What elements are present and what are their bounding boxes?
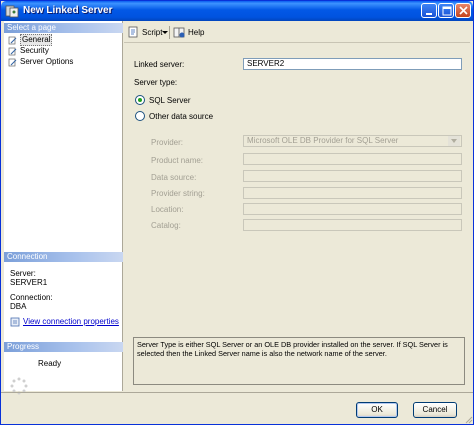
- connection-value: DBA: [10, 302, 27, 311]
- provider-string-label: Provider string:: [151, 189, 205, 198]
- page-icon: [8, 47, 17, 56]
- help-button[interactable]: Help: [173, 26, 207, 39]
- radio-sql-server[interactable]: [135, 95, 145, 105]
- cancel-button[interactable]: Cancel: [413, 402, 457, 418]
- properties-icon: [10, 317, 20, 327]
- page-item-label: General: [20, 34, 53, 46]
- chevron-down-icon: [162, 31, 168, 34]
- toolbar-separator: [169, 26, 170, 39]
- help-label: Help: [188, 28, 205, 37]
- provider-label: Provider:: [151, 138, 184, 147]
- progress-header: Progress: [4, 342, 123, 352]
- description-box: Server Type is either SQL Server or an O…: [133, 337, 465, 385]
- minimize-icon: [426, 13, 432, 15]
- radio-other-data-source-label[interactable]: Other data source: [149, 112, 213, 121]
- linked-server-input[interactable]: SERVER2: [243, 58, 462, 70]
- maximize-icon: [442, 6, 452, 16]
- toolbar: Script Help: [124, 21, 470, 43]
- provider-select-value: Microsoft OLE DB Provider for SQL Server: [247, 136, 399, 145]
- product-name-input[interactable]: [243, 153, 462, 165]
- radio-selected-dot: [138, 98, 142, 102]
- close-button[interactable]: [455, 3, 471, 18]
- provider-select[interactable]: Microsoft OLE DB Provider for SQL Server: [243, 135, 462, 147]
- radio-sql-server-label[interactable]: SQL Server: [149, 96, 191, 105]
- connection-label: Connection:: [10, 293, 53, 302]
- provider-string-input[interactable]: [243, 187, 462, 199]
- radio-other-data-source[interactable]: [135, 111, 145, 121]
- new-linked-server-window: New Linked Server Select a page General …: [0, 0, 474, 425]
- view-connection-properties-label: View connection properties: [23, 317, 119, 326]
- page-item-label: Server Options: [20, 57, 74, 66]
- data-source-label: Data source:: [151, 173, 197, 182]
- server-label: Server:: [10, 269, 36, 278]
- minimize-button[interactable]: [421, 3, 437, 18]
- catalog-label: Catalog:: [151, 221, 181, 230]
- title-bar[interactable]: New Linked Server: [1, 1, 473, 21]
- server-value: SERVER1: [10, 278, 48, 287]
- server-type-label: Server type:: [134, 78, 178, 87]
- script-button[interactable]: Script: [127, 26, 168, 39]
- button-bar: OK Cancel: [1, 392, 473, 425]
- window-title: New Linked Server: [23, 5, 113, 16]
- script-label: Script: [142, 28, 163, 37]
- page-icon: [8, 36, 17, 45]
- right-panel: Script Help Linked server: SERVER2 Serve…: [124, 21, 470, 391]
- location-label: Location:: [151, 205, 184, 214]
- select-page-header: Select a page: [4, 23, 123, 33]
- linked-server-app-icon: [5, 5, 19, 18]
- maximize-button[interactable]: [438, 3, 454, 18]
- script-icon: [128, 26, 138, 38]
- page-icon: [8, 58, 17, 67]
- resize-grip-icon[interactable]: [463, 414, 473, 424]
- progress-status: Ready: [38, 359, 62, 368]
- page-item-label: Security: [20, 46, 49, 55]
- connection-header: Connection: [4, 252, 123, 262]
- left-panel: Select a page General Security Server Op…: [4, 21, 123, 395]
- chevron-down-icon: [448, 136, 460, 146]
- product-name-label: Product name:: [151, 156, 204, 165]
- linked-server-label: Linked server:: [134, 60, 185, 69]
- help-icon: [173, 27, 185, 38]
- close-icon: [459, 6, 468, 15]
- ok-button[interactable]: OK: [356, 402, 398, 418]
- location-input[interactable]: [243, 203, 462, 215]
- data-source-input[interactable]: [243, 170, 462, 182]
- catalog-input[interactable]: [243, 219, 462, 231]
